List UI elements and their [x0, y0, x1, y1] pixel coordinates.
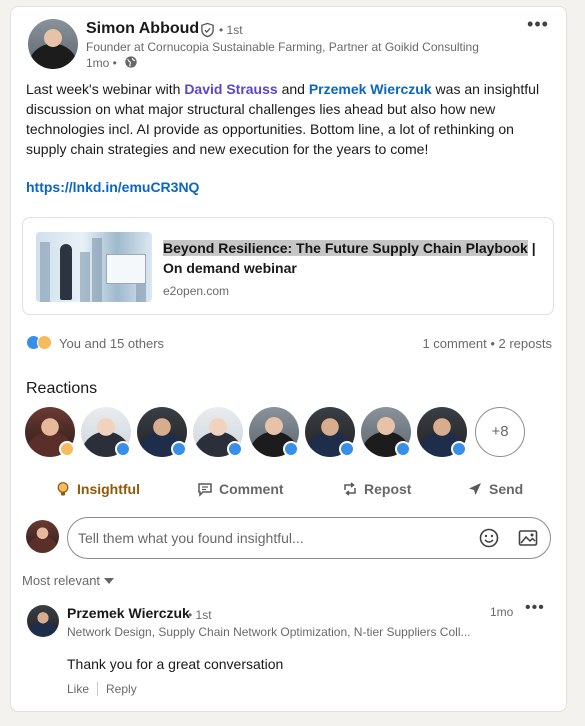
reactions-summary[interactable]: You and 15 others: [59, 336, 164, 351]
sort-dropdown[interactable]: Most relevant: [22, 573, 115, 588]
insightful-button[interactable]: Insightful: [55, 475, 140, 503]
reactions-heading: Reactions: [26, 380, 98, 397]
comment-actions: Like Reply: [67, 682, 137, 696]
post-text-part: and: [277, 81, 309, 97]
link-thumbnail-image: [36, 232, 152, 302]
comment-text: Thank you for a great conversation: [67, 656, 284, 672]
reactor-avatar[interactable]: [137, 407, 187, 457]
comment-time: 1mo: [490, 605, 514, 619]
commenter-name[interactable]: Przemek Wierczuk: [67, 605, 190, 621]
divider: [97, 682, 99, 696]
like-badge-icon: [339, 441, 355, 457]
like-badge-icon: [395, 441, 411, 457]
repost-icon: [344, 482, 356, 496]
link-preview-card[interactable]: Beyond Resilience: The Future Supply Cha…: [22, 217, 554, 315]
send-button[interactable]: Send: [467, 475, 523, 503]
reactor-avatar[interactable]: [81, 407, 131, 457]
lightbulb-icon: [57, 482, 69, 496]
comment-input[interactable]: [78, 530, 458, 546]
reactor-avatar[interactable]: [417, 407, 467, 457]
comment-item: Przemek Wierczuk • 1st 1mo ••• Network D…: [67, 599, 555, 672]
send-label: Send: [489, 481, 524, 497]
reaction-icons[interactable]: [26, 335, 54, 351]
like-badge-icon: [283, 441, 299, 457]
reactor-avatar[interactable]: [361, 407, 411, 457]
image-icon[interactable]: [517, 527, 539, 549]
mention-david-strauss[interactable]: David Strauss: [184, 81, 277, 97]
author-name[interactable]: Simon Abboud: [86, 20, 199, 38]
insightful-reaction-icon: [37, 335, 52, 350]
link-title-highlight: Beyond Resilience: The Future Supply Cha…: [163, 240, 528, 256]
post-card: Simon Abboud • 1st Founder at Cornucopia…: [10, 6, 567, 712]
caret-down-icon: [104, 577, 115, 584]
link-domain: e2open.com: [163, 284, 230, 298]
repost-label: Repost: [364, 481, 412, 497]
current-user-avatar[interactable]: [26, 520, 59, 553]
comment-icon: [198, 483, 212, 497]
social-counts-row: You and 15 others 1 comment • 2 reposts: [26, 333, 552, 353]
like-badge-icon: [171, 441, 187, 457]
like-badge-icon: [451, 441, 467, 457]
comment-label: Comment: [219, 481, 284, 497]
like-badge-icon: [115, 441, 131, 457]
post-more-options-button[interactable]: •••: [525, 15, 551, 37]
commenter-avatar[interactable]: [27, 605, 59, 637]
connection-degree: • 1st: [219, 23, 243, 37]
mention-przemek-wierczuk[interactable]: Przemek Wierczuk: [309, 81, 432, 97]
link-title[interactable]: Beyond Resilience: The Future Supply Cha…: [163, 238, 543, 278]
comment-button[interactable]: Comment: [197, 475, 284, 503]
commenter-degree: • 1st: [188, 608, 212, 622]
globe-icon: [125, 56, 137, 68]
comment-box[interactable]: [67, 517, 551, 559]
action-bar: Insightful Comment Repost Send: [11, 475, 568, 503]
comments-reposts-count[interactable]: 1 comment • 2 reposts: [422, 336, 552, 351]
reactor-avatar[interactable]: [25, 407, 75, 457]
comment-more-options-button[interactable]: •••: [525, 599, 545, 617]
reactor-avatar[interactable]: [305, 407, 355, 457]
insightful-label: Insightful: [77, 481, 140, 497]
sort-label: Most relevant: [22, 573, 101, 588]
verified-shield-icon: [201, 22, 214, 38]
comment-reply-button[interactable]: Reply: [106, 682, 137, 696]
post-time: 1mo •: [86, 56, 117, 70]
like-badge-icon: [227, 441, 243, 457]
repost-button[interactable]: Repost: [342, 475, 411, 503]
author-headline: Founder at Cornucopia Sustainable Farmin…: [86, 40, 479, 54]
insightful-badge-icon: [59, 441, 75, 457]
emoji-icon[interactable]: [478, 527, 500, 549]
post-text-part: Last week's webinar with: [26, 81, 185, 97]
post-url-link[interactable]: https://lnkd.in/emuCR3NQ: [26, 179, 199, 195]
reactor-avatar[interactable]: [193, 407, 243, 457]
reactor-avatar[interactable]: [249, 407, 299, 457]
post-body: Last week's webinar with David Strauss a…: [26, 79, 556, 159]
comment-like-button[interactable]: Like: [67, 682, 89, 696]
commenter-headline: Network Design, Supply Chain Network Opt…: [67, 625, 471, 639]
author-avatar[interactable]: [28, 19, 78, 69]
more-reactors-button[interactable]: +8: [475, 407, 525, 457]
send-icon: [469, 483, 481, 495]
